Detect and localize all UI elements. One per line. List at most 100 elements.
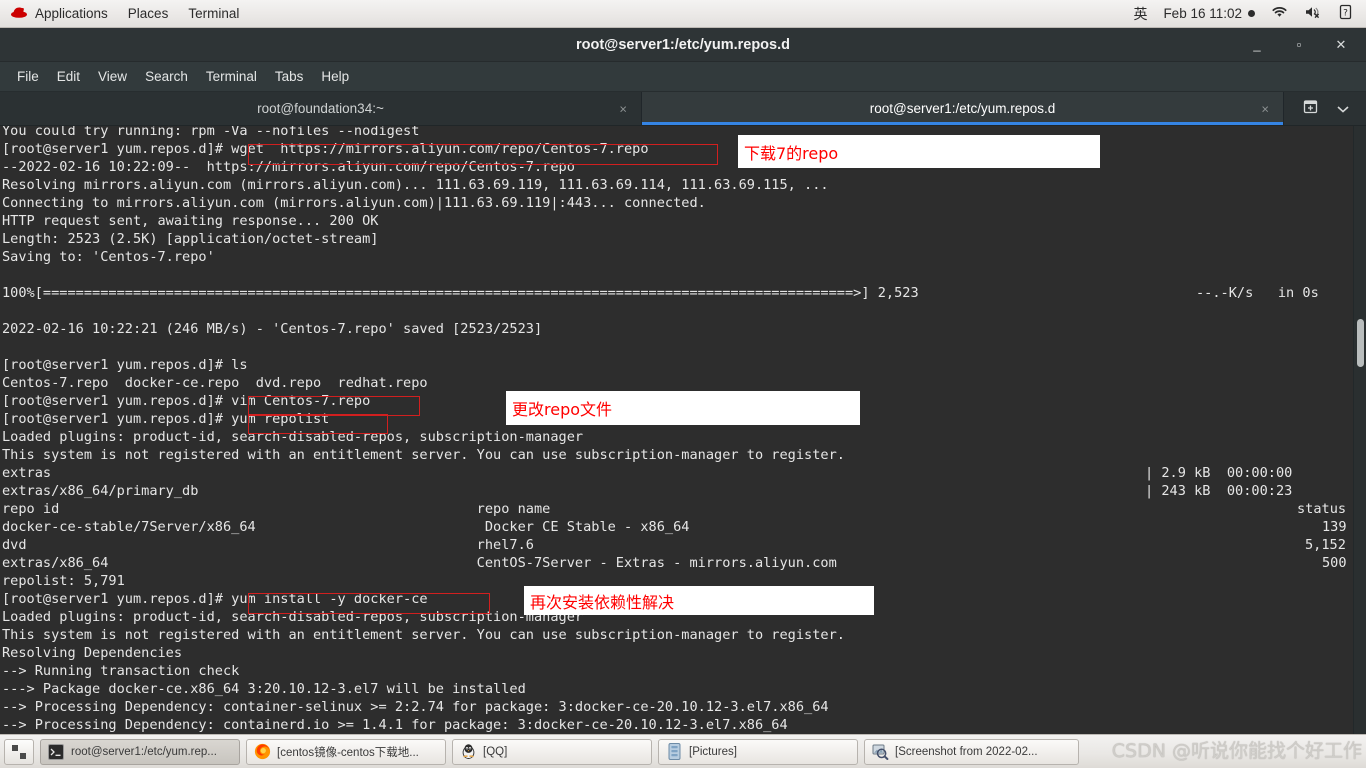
terminal-line-text: repo id repo name bbox=[2, 501, 551, 517]
new-tab-icon[interactable] bbox=[1302, 98, 1319, 120]
terminal-line: --2022-02-16 10:22:09-- https://mirrors.… bbox=[2, 158, 1366, 176]
places-menu[interactable]: Places bbox=[118, 0, 179, 27]
terminal-line-text: docker-ce-stable/7Server/x86_64 Docker C… bbox=[2, 519, 690, 535]
terminal-scrollbar[interactable] bbox=[1353, 126, 1366, 734]
input-method-indicator[interactable]: 英 bbox=[1133, 4, 1147, 24]
close-button[interactable]: ✕ bbox=[1333, 37, 1349, 53]
terminal-line: extras/x86_64/primary_db | 243 kB 00:00:2… bbox=[2, 482, 1366, 500]
terminal-line-text: Loaded plugins: product-id, search-disab… bbox=[2, 609, 584, 625]
terminal-line: 100%[===================================… bbox=[2, 284, 1366, 302]
menu-bar: File Edit View Search Terminal Tabs Help bbox=[0, 62, 1366, 92]
firefox-icon bbox=[253, 743, 271, 761]
terminal-line-text: extras/x86_64 CentOS-7Server - Extras - … bbox=[2, 555, 837, 571]
terminal-line-text: --> Running transaction check bbox=[2, 663, 240, 679]
menu-tabs[interactable]: Tabs bbox=[266, 62, 313, 91]
menu-file[interactable]: File bbox=[8, 62, 48, 91]
terminal-body[interactable]: You could try running: rpm -Va --nofiles… bbox=[0, 126, 1366, 734]
terminal-tab-server1[interactable]: root@server1:/etc/yum.repos.d × bbox=[642, 92, 1284, 125]
minimize-button[interactable]: _ bbox=[1249, 37, 1265, 53]
qq-penguin-icon bbox=[459, 743, 477, 761]
terminal-line-text: Length: 2523 (2.5K) [application/octet-s… bbox=[2, 231, 379, 247]
terminal-line-text: --> Processing Dependency: container-sel… bbox=[2, 699, 829, 715]
terminal-line-text: Resolving Dependencies bbox=[2, 645, 183, 661]
terminal-line: dvd rhel7.6 5,152 bbox=[2, 536, 1366, 554]
terminal-line-right: 5,152 bbox=[1305, 537, 1346, 553]
terminal-app-menu[interactable]: Terminal bbox=[178, 0, 249, 27]
tab-bar: root@foundation34:~ × root@server1:/etc/… bbox=[0, 92, 1366, 126]
battery-unknown-icon[interactable]: ? bbox=[1339, 4, 1352, 23]
taskbar-button-label: [Pictures] bbox=[689, 745, 737, 758]
terminal-line: --> Running transaction check bbox=[2, 662, 1366, 680]
clock-label: Feb 16 11:02 bbox=[1163, 6, 1242, 21]
terminal-line-text: dvd rhel7.6 bbox=[2, 537, 534, 553]
terminal-line-text: Saving to: 'Centos-7.repo' bbox=[2, 249, 215, 265]
terminal-line-right: | 2.9 kB 00:00:00 bbox=[1145, 465, 1293, 481]
taskbar-button[interactable]: [centos镜像-centos下载地... bbox=[246, 738, 446, 765]
terminal-line-text: Loaded plugins: product-id, search-disab… bbox=[2, 429, 584, 445]
chevron-down-icon[interactable] bbox=[1336, 100, 1349, 118]
terminal-line-text: HTTP request sent, awaiting response... … bbox=[2, 213, 379, 229]
window-title-bar[interactable]: root@server1:/etc/yum.repos.d _ ▫ ✕ bbox=[0, 28, 1366, 62]
terminal-line-right: --.-K/s in 0s bbox=[1196, 285, 1319, 301]
terminal-line: This system is not registered with an en… bbox=[2, 626, 1366, 644]
menu-help[interactable]: Help bbox=[312, 62, 358, 91]
annotation-note: 更改repo文件 bbox=[506, 391, 860, 425]
terminal-line-text: This system is not registered with an en… bbox=[2, 627, 845, 643]
taskbar-button[interactable]: root@server1:/etc/yum.rep... bbox=[40, 738, 240, 765]
tab-close-icon[interactable]: × bbox=[619, 101, 627, 116]
terminal-app-menu-label: Terminal bbox=[188, 6, 240, 21]
terminal-line: --> Processing Dependency: containerd.io… bbox=[2, 716, 1366, 734]
terminal-line-text: [root@server1 yum.repos.d]# ls bbox=[2, 357, 248, 373]
terminal-line: ---> Package docker-ce.x86_64 3:20.10.12… bbox=[2, 680, 1366, 698]
tab-label: root@foundation34:~ bbox=[257, 101, 384, 116]
taskbar-button[interactable]: [Pictures] bbox=[658, 738, 858, 765]
applications-menu[interactable]: Applications bbox=[0, 0, 118, 27]
terminal-line-text: Resolving mirrors.aliyun.com (mirrors.al… bbox=[2, 177, 829, 193]
volume-muted-icon[interactable] bbox=[1304, 5, 1323, 22]
annotation-text: 再次安装依赖性解决 bbox=[530, 592, 675, 612]
menu-edit[interactable]: Edit bbox=[48, 62, 89, 91]
terminal-line: Connecting to mirrors.aliyun.com (mirror… bbox=[2, 194, 1366, 212]
annotation-note: 再次安装依赖性解决 bbox=[524, 586, 874, 615]
menu-search[interactable]: Search bbox=[136, 62, 197, 91]
terminal-line: Length: 2523 (2.5K) [application/octet-s… bbox=[2, 230, 1366, 248]
terminal-line-text: Centos-7.repo docker-ce.repo dvd.repo re… bbox=[2, 375, 428, 391]
terminal-line: This system is not registered with an en… bbox=[2, 446, 1366, 464]
terminal-screen[interactable]: You could try running: rpm -Va --nofiles… bbox=[0, 126, 1366, 734]
wifi-icon[interactable] bbox=[1271, 5, 1288, 22]
gnome-top-bar: Applications Places Terminal 英 Feb 16 11… bbox=[0, 0, 1366, 28]
terminal-line-text: This system is not registered with an en… bbox=[2, 447, 845, 463]
terminal-line-right: 500 bbox=[1322, 555, 1347, 571]
annotation-note: 下载7的repo bbox=[738, 135, 1100, 168]
taskbar-button-label: root@server1:/etc/yum.rep... bbox=[71, 745, 217, 758]
taskbar-button[interactable]: [QQ] bbox=[452, 738, 652, 765]
terminal-line: Loaded plugins: product-id, search-disab… bbox=[2, 428, 1366, 446]
menu-view[interactable]: View bbox=[89, 62, 136, 91]
terminal-line-text: [root@server1 yum.repos.d]# vim Centos-7… bbox=[2, 393, 371, 409]
terminal-line-text: ---> Package docker-ce.x86_64 3:20.10.12… bbox=[2, 681, 526, 697]
terminal-line: [root@server1 yum.repos.d]# ls bbox=[2, 356, 1366, 374]
clock[interactable]: Feb 16 11:02 bbox=[1163, 6, 1255, 21]
terminal-tab-foundation34[interactable]: root@foundation34:~ × bbox=[0, 92, 642, 125]
places-menu-label: Places bbox=[127, 6, 169, 21]
annotation-text: 更改repo文件 bbox=[512, 400, 613, 419]
taskbar-button-label: [Screenshot from 2022-02... bbox=[895, 745, 1038, 758]
image-viewer-icon bbox=[871, 743, 889, 761]
terminal-line-text: [root@server1 yum.repos.d]# wget https:/… bbox=[2, 141, 649, 157]
maximize-button[interactable]: ▫ bbox=[1291, 37, 1307, 53]
terminal-line: Centos-7.repo docker-ce.repo dvd.repo re… bbox=[2, 374, 1366, 392]
taskbar-button[interactable]: [Screenshot from 2022-02... bbox=[864, 738, 1079, 765]
terminal-line-right: 139 bbox=[1322, 519, 1347, 535]
scrollbar-thumb[interactable] bbox=[1357, 319, 1364, 367]
annotation-text: 下载7的repo bbox=[744, 143, 839, 163]
svg-text:?: ? bbox=[1343, 8, 1348, 18]
terminal-line: extras | 2.9 kB 00:00:00 bbox=[2, 464, 1366, 482]
terminal-line-text: Connecting to mirrors.aliyun.com (mirror… bbox=[2, 195, 706, 211]
terminal-line-text: [root@server1 yum.repos.d]# yum install … bbox=[2, 591, 428, 607]
menu-terminal[interactable]: Terminal bbox=[197, 62, 266, 91]
show-desktop-icon[interactable] bbox=[4, 738, 34, 765]
terminal-line-text: extras/x86_64/primary_db bbox=[2, 483, 199, 499]
tab-close-icon[interactable]: × bbox=[1261, 101, 1269, 116]
terminal-line: --> Processing Dependency: container-sel… bbox=[2, 698, 1366, 716]
